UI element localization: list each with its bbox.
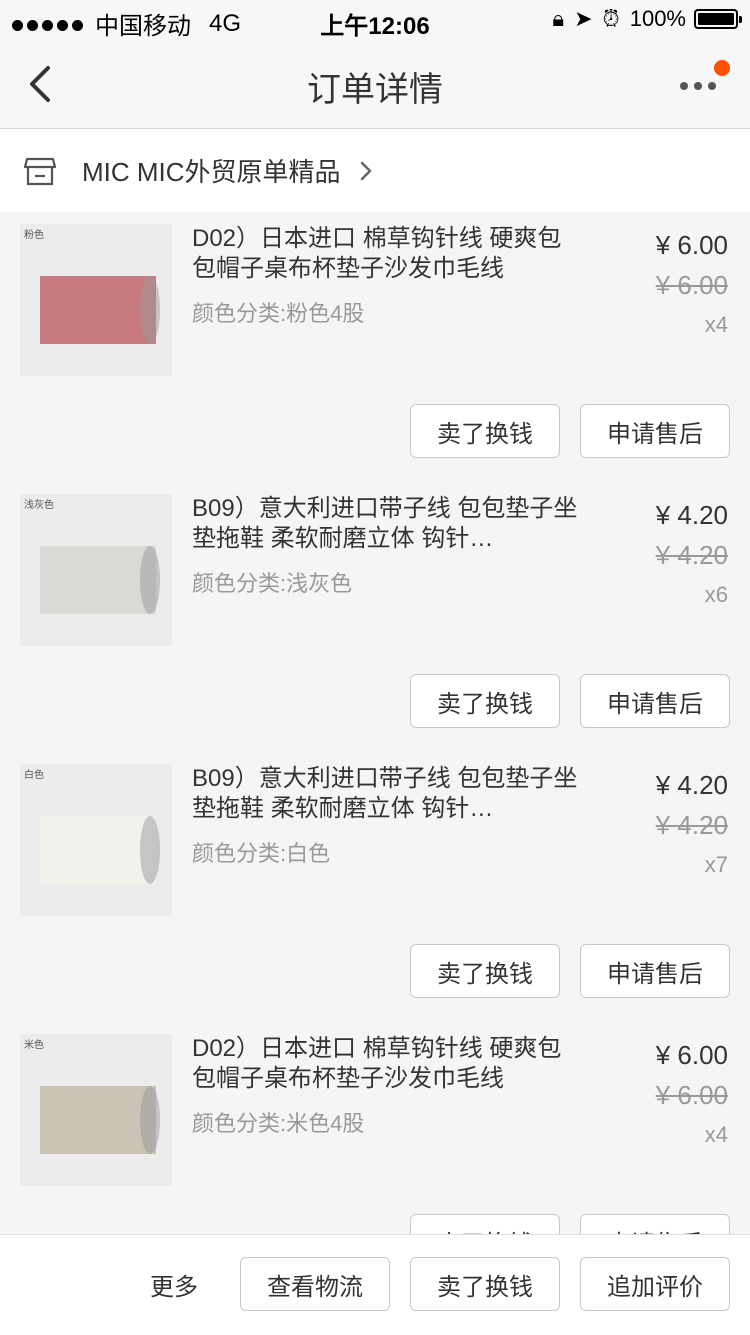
store-icon <box>24 157 56 185</box>
sell-item-button[interactable]: 卖了换钱 <box>410 674 560 728</box>
product-sku: 颜色分类:粉色4股 <box>192 301 365 326</box>
status-right: 🔒︎ ➤ ⏰︎ 100% <box>542 6 742 32</box>
battery-percent: 100% <box>629 6 686 31</box>
product-original-price: ¥ 6.00 <box>655 1080 728 1110</box>
image-color-tag: 白色 <box>24 770 44 781</box>
battery-icon <box>694 9 742 29</box>
product-price: ¥ 6.00 <box>655 230 728 260</box>
image-color-tag: 粉色 <box>24 230 44 241</box>
product-price: ¥ 4.20 <box>655 500 728 530</box>
sell-item-button[interactable]: 卖了换钱 <box>410 944 560 998</box>
bottom-action-bar: 更多 查看物流 卖了换钱 追加评价 <box>0 1234 750 1335</box>
nav-bar: 订单详情 <box>0 40 750 129</box>
after-sale-button[interactable]: 申请售后 <box>580 944 730 998</box>
order-item[interactable]: 白色 B09）意大利进口带子线 包包垫子坐垫拖鞋 柔软耐磨立体 钩针… 颜色分类… <box>0 752 750 1014</box>
order-item[interactable]: 浅灰色 B09）意大利进口带子线 包包垫子坐垫拖鞋 柔软耐磨立体 钩针… 颜色分… <box>0 482 750 744</box>
sell-button[interactable]: 卖了换钱 <box>410 1257 560 1311</box>
product-quantity: x6 <box>704 582 728 607</box>
product-title[interactable]: B09）意大利进口带子线 包包垫子坐垫拖鞋 柔软耐磨立体 钩针… <box>192 764 582 824</box>
product-original-price: ¥ 6.00 <box>655 270 728 300</box>
order-items: 粉色 D02）日本进口 棉草钩针线 硬爽包包帽子桌布杯垫子沙发巾毛线 颜色分类:… <box>0 212 750 1292</box>
status-bar: 中国移动 4G 上午12:06 🔒︎ ➤ ⏰︎ 100% <box>0 0 750 40</box>
after-sale-button[interactable]: 申请售后 <box>580 404 730 458</box>
ellipsis-dot <box>708 82 716 90</box>
product-original-price: ¥ 4.20 <box>655 540 728 570</box>
ellipsis-icon <box>680 82 688 90</box>
product-price: ¥ 6.00 <box>655 1040 728 1070</box>
product-sku: 颜色分类:浅灰色 <box>192 571 353 596</box>
chevron-right-icon <box>360 161 371 180</box>
add-review-button[interactable]: 追加评价 <box>580 1257 730 1311</box>
more-actions-link[interactable]: 更多 <box>150 1267 198 1302</box>
shop-header[interactable]: MIC MIC外贸原单精品 <box>0 129 750 212</box>
yarn-image <box>20 1034 172 1186</box>
product-sku: 颜色分类:米色4股 <box>192 1111 365 1136</box>
product-title[interactable]: D02）日本进口 棉草钩针线 硬爽包包帽子桌布杯垫子沙发巾毛线 <box>192 224 582 284</box>
product-sku: 颜色分类:白色 <box>192 841 331 866</box>
shop-name: MIC MIC外贸原单精品 <box>82 157 341 187</box>
notification-badge <box>714 60 730 76</box>
yarn-image <box>20 764 172 916</box>
image-color-tag: 米色 <box>24 1040 44 1051</box>
product-image[interactable]: 粉色 <box>20 224 172 376</box>
product-title[interactable]: B09）意大利进口带子线 包包垫子坐垫拖鞋 柔软耐磨立体 钩针… <box>192 494 582 554</box>
view-logistics-button[interactable]: 查看物流 <box>240 1257 390 1311</box>
product-image[interactable]: 米色 <box>20 1034 172 1186</box>
product-price: ¥ 4.20 <box>655 770 728 800</box>
more-menu-button[interactable] <box>678 60 730 106</box>
product-quantity: x4 <box>704 312 728 337</box>
product-quantity: x7 <box>704 852 728 877</box>
yarn-image <box>20 494 172 646</box>
product-quantity: x4 <box>704 1122 728 1147</box>
location-icon: ➤ <box>574 6 593 31</box>
ellipsis-dot <box>694 82 702 90</box>
after-sale-button[interactable]: 申请售后 <box>580 674 730 728</box>
product-title[interactable]: D02）日本进口 棉草钩针线 硬爽包包帽子桌布杯垫子沙发巾毛线 <box>192 1034 582 1094</box>
yarn-image <box>20 224 172 376</box>
page-title: 订单详情 <box>307 71 443 109</box>
product-image[interactable]: 白色 <box>20 764 172 916</box>
alarm-icon: ⏰︎ <box>602 6 620 31</box>
order-item[interactable]: 粉色 D02）日本进口 棉草钩针线 硬爽包包帽子桌布杯垫子沙发巾毛线 颜色分类:… <box>0 212 750 474</box>
product-image[interactable]: 浅灰色 <box>20 494 172 646</box>
rotation-lock-icon: 🔒︎ <box>552 6 565 31</box>
image-color-tag: 浅灰色 <box>24 500 54 511</box>
sell-item-button[interactable]: 卖了换钱 <box>410 404 560 458</box>
product-original-price: ¥ 4.20 <box>655 810 728 840</box>
